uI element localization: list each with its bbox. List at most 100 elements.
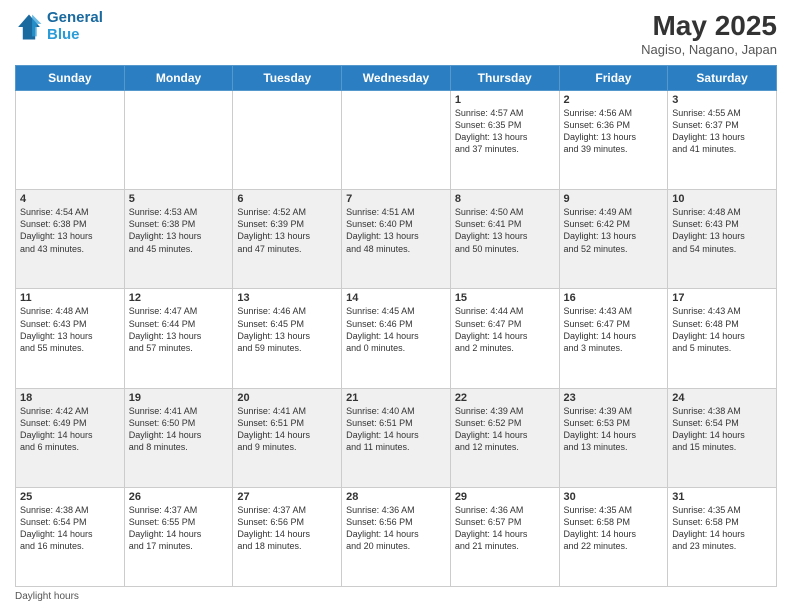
calendar-cell: 12Sunrise: 4:47 AMSunset: 6:44 PMDayligh… [124, 289, 233, 388]
day-number: 19 [129, 392, 229, 404]
calendar-cell [124, 91, 233, 190]
calendar-cell: 2Sunrise: 4:56 AMSunset: 6:36 PMDaylight… [559, 91, 668, 190]
calendar-cell: 25Sunrise: 4:38 AMSunset: 6:54 PMDayligh… [16, 487, 125, 586]
day-info: Sunrise: 4:35 AMSunset: 6:58 PMDaylight:… [564, 504, 664, 553]
day-number: 13 [237, 292, 337, 304]
day-info: Sunrise: 4:55 AMSunset: 6:37 PMDaylight:… [672, 107, 772, 156]
day-number: 27 [237, 491, 337, 503]
day-info: Sunrise: 4:38 AMSunset: 6:54 PMDaylight:… [20, 504, 120, 553]
daylight-hours-label: Daylight hours [15, 591, 79, 602]
calendar-week-row: 18Sunrise: 4:42 AMSunset: 6:49 PMDayligh… [16, 388, 777, 487]
day-info: Sunrise: 4:44 AMSunset: 6:47 PMDaylight:… [455, 305, 555, 354]
day-info: Sunrise: 4:50 AMSunset: 6:41 PMDaylight:… [455, 206, 555, 255]
calendar-day-header: Tuesday [233, 66, 342, 91]
calendar-cell: 28Sunrise: 4:36 AMSunset: 6:56 PMDayligh… [342, 487, 451, 586]
calendar-cell: 5Sunrise: 4:53 AMSunset: 6:38 PMDaylight… [124, 190, 233, 289]
calendar-cell: 23Sunrise: 4:39 AMSunset: 6:53 PMDayligh… [559, 388, 668, 487]
day-number: 11 [20, 292, 120, 304]
calendar-day-header: Thursday [450, 66, 559, 91]
calendar-cell: 30Sunrise: 4:35 AMSunset: 6:58 PMDayligh… [559, 487, 668, 586]
day-number: 2 [564, 94, 664, 106]
day-number: 8 [455, 193, 555, 205]
day-info: Sunrise: 4:51 AMSunset: 6:40 PMDaylight:… [346, 206, 446, 255]
calendar-cell: 11Sunrise: 4:48 AMSunset: 6:43 PMDayligh… [16, 289, 125, 388]
day-number: 17 [672, 292, 772, 304]
calendar-cell: 16Sunrise: 4:43 AMSunset: 6:47 PMDayligh… [559, 289, 668, 388]
calendar-cell: 26Sunrise: 4:37 AMSunset: 6:55 PMDayligh… [124, 487, 233, 586]
calendar-day-header: Sunday [16, 66, 125, 91]
calendar-day-header: Monday [124, 66, 233, 91]
calendar-cell: 3Sunrise: 4:55 AMSunset: 6:37 PMDaylight… [668, 91, 777, 190]
day-number: 30 [564, 491, 664, 503]
calendar-week-row: 1Sunrise: 4:57 AMSunset: 6:35 PMDaylight… [16, 91, 777, 190]
calendar-cell: 21Sunrise: 4:40 AMSunset: 6:51 PMDayligh… [342, 388, 451, 487]
calendar-cell: 8Sunrise: 4:50 AMSunset: 6:41 PMDaylight… [450, 190, 559, 289]
logo-icon [15, 13, 43, 41]
day-info: Sunrise: 4:39 AMSunset: 6:53 PMDaylight:… [564, 405, 664, 454]
calendar-week-row: 11Sunrise: 4:48 AMSunset: 6:43 PMDayligh… [16, 289, 777, 388]
day-number: 6 [237, 193, 337, 205]
calendar-week-row: 4Sunrise: 4:54 AMSunset: 6:38 PMDaylight… [16, 190, 777, 289]
day-number: 7 [346, 193, 446, 205]
calendar-cell: 24Sunrise: 4:38 AMSunset: 6:54 PMDayligh… [668, 388, 777, 487]
calendar-cell: 1Sunrise: 4:57 AMSunset: 6:35 PMDaylight… [450, 91, 559, 190]
day-number: 10 [672, 193, 772, 205]
day-number: 16 [564, 292, 664, 304]
calendar-cell [233, 91, 342, 190]
calendar-cell: 29Sunrise: 4:36 AMSunset: 6:57 PMDayligh… [450, 487, 559, 586]
calendar-cell: 10Sunrise: 4:48 AMSunset: 6:43 PMDayligh… [668, 190, 777, 289]
calendar-week-row: 25Sunrise: 4:38 AMSunset: 6:54 PMDayligh… [16, 487, 777, 586]
calendar-cell: 17Sunrise: 4:43 AMSunset: 6:48 PMDayligh… [668, 289, 777, 388]
day-number: 26 [129, 491, 229, 503]
day-info: Sunrise: 4:36 AMSunset: 6:57 PMDaylight:… [455, 504, 555, 553]
day-number: 21 [346, 392, 446, 404]
calendar-day-header: Saturday [668, 66, 777, 91]
day-info: Sunrise: 4:41 AMSunset: 6:50 PMDaylight:… [129, 405, 229, 454]
calendar-cell: 4Sunrise: 4:54 AMSunset: 6:38 PMDaylight… [16, 190, 125, 289]
day-info: Sunrise: 4:48 AMSunset: 6:43 PMDaylight:… [20, 305, 120, 354]
calendar-cell: 18Sunrise: 4:42 AMSunset: 6:49 PMDayligh… [16, 388, 125, 487]
day-info: Sunrise: 4:48 AMSunset: 6:43 PMDaylight:… [672, 206, 772, 255]
day-number: 1 [455, 94, 555, 106]
calendar-cell: 31Sunrise: 4:35 AMSunset: 6:58 PMDayligh… [668, 487, 777, 586]
footer-note: Daylight hours [15, 591, 777, 602]
calendar-cell: 22Sunrise: 4:39 AMSunset: 6:52 PMDayligh… [450, 388, 559, 487]
calendar-cell: 6Sunrise: 4:52 AMSunset: 6:39 PMDaylight… [233, 190, 342, 289]
day-info: Sunrise: 4:46 AMSunset: 6:45 PMDaylight:… [237, 305, 337, 354]
calendar-cell [342, 91, 451, 190]
day-number: 9 [564, 193, 664, 205]
day-info: Sunrise: 4:49 AMSunset: 6:42 PMDaylight:… [564, 206, 664, 255]
day-info: Sunrise: 4:37 AMSunset: 6:56 PMDaylight:… [237, 504, 337, 553]
logo-text: General Blue [47, 10, 103, 43]
page-header: General Blue May 2025 Nagiso, Nagano, Ja… [15, 10, 777, 57]
day-number: 31 [672, 491, 772, 503]
day-number: 24 [672, 392, 772, 404]
day-number: 25 [20, 491, 120, 503]
location-subtitle: Nagiso, Nagano, Japan [641, 42, 777, 57]
day-info: Sunrise: 4:53 AMSunset: 6:38 PMDaylight:… [129, 206, 229, 255]
day-info: Sunrise: 4:43 AMSunset: 6:47 PMDaylight:… [564, 305, 664, 354]
page-container: General Blue May 2025 Nagiso, Nagano, Ja… [0, 0, 792, 612]
day-info: Sunrise: 4:45 AMSunset: 6:46 PMDaylight:… [346, 305, 446, 354]
calendar-header-row: SundayMondayTuesdayWednesdayThursdayFrid… [16, 66, 777, 91]
calendar-cell: 19Sunrise: 4:41 AMSunset: 6:50 PMDayligh… [124, 388, 233, 487]
day-number: 4 [20, 193, 120, 205]
calendar-cell: 27Sunrise: 4:37 AMSunset: 6:56 PMDayligh… [233, 487, 342, 586]
calendar-cell: 15Sunrise: 4:44 AMSunset: 6:47 PMDayligh… [450, 289, 559, 388]
calendar-cell: 14Sunrise: 4:45 AMSunset: 6:46 PMDayligh… [342, 289, 451, 388]
day-number: 12 [129, 292, 229, 304]
day-info: Sunrise: 4:43 AMSunset: 6:48 PMDaylight:… [672, 305, 772, 354]
calendar-cell: 9Sunrise: 4:49 AMSunset: 6:42 PMDaylight… [559, 190, 668, 289]
calendar-table: SundayMondayTuesdayWednesdayThursdayFrid… [15, 65, 777, 587]
day-info: Sunrise: 4:35 AMSunset: 6:58 PMDaylight:… [672, 504, 772, 553]
day-info: Sunrise: 4:36 AMSunset: 6:56 PMDaylight:… [346, 504, 446, 553]
day-info: Sunrise: 4:52 AMSunset: 6:39 PMDaylight:… [237, 206, 337, 255]
day-info: Sunrise: 4:57 AMSunset: 6:35 PMDaylight:… [455, 107, 555, 156]
day-number: 20 [237, 392, 337, 404]
day-number: 22 [455, 392, 555, 404]
day-info: Sunrise: 4:56 AMSunset: 6:36 PMDaylight:… [564, 107, 664, 156]
logo: General Blue [15, 10, 103, 43]
calendar-cell: 13Sunrise: 4:46 AMSunset: 6:45 PMDayligh… [233, 289, 342, 388]
day-info: Sunrise: 4:37 AMSunset: 6:55 PMDaylight:… [129, 504, 229, 553]
day-number: 3 [672, 94, 772, 106]
